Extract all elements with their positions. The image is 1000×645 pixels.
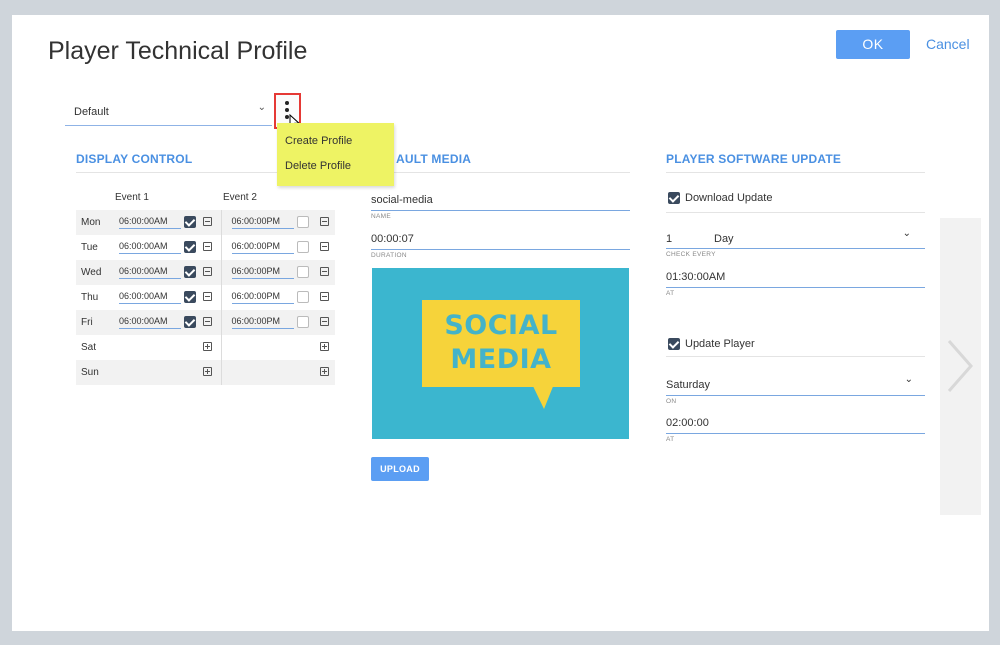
event2-header: Event 2 xyxy=(223,192,257,203)
add-icon[interactable] xyxy=(203,367,212,376)
page-title: Player Technical Profile xyxy=(48,37,308,65)
profile-menu: Create Profile Delete Profile xyxy=(277,123,394,186)
day-label: Sun xyxy=(76,360,109,385)
remove-icon[interactable] xyxy=(203,317,212,326)
name-label: NAME xyxy=(371,213,391,220)
display-control-table: Mon 06:00:00AM 06:00:00PM Tue 06:00:00AM… xyxy=(76,210,335,385)
remove-icon[interactable] xyxy=(319,292,329,301)
table-row: Fri 06:00:00AM 06:00:00PM xyxy=(76,310,335,335)
table-row: Sun xyxy=(76,360,335,385)
update-day-select[interactable]: Saturday ⌄ xyxy=(666,374,925,396)
check-every-label: CHECK EVERY xyxy=(666,251,716,258)
day-label: Tue xyxy=(81,242,98,253)
table-row: Sat xyxy=(76,335,335,360)
event2-time-input[interactable]: 06:00:00PM xyxy=(231,266,294,279)
media-preview-image: SOCIAL MEDIA xyxy=(372,268,629,439)
check-every-unit: Day xyxy=(714,233,734,245)
remove-icon[interactable] xyxy=(319,267,329,276)
event1-checkbox[interactable] xyxy=(184,241,196,253)
event2-checkbox[interactable] xyxy=(296,316,309,328)
chevron-down-icon: ⌄ xyxy=(257,102,266,113)
event2-checkbox[interactable] xyxy=(296,216,309,228)
event2-time-input[interactable]: 06:00:00PM xyxy=(231,241,294,254)
event1-time-input[interactable]: 06:00:00AM xyxy=(119,241,181,254)
profile-select-value: Default xyxy=(74,106,109,118)
add-icon[interactable] xyxy=(319,342,329,351)
event2-checkbox[interactable] xyxy=(296,266,309,278)
day-label: Wed xyxy=(76,260,109,285)
download-update-checkbox[interactable] xyxy=(668,192,680,204)
event1-checkbox[interactable] xyxy=(184,216,196,228)
menu-item-create-profile[interactable]: Create Profile xyxy=(285,135,352,147)
remove-icon[interactable] xyxy=(319,217,329,226)
upload-button[interactable]: UPLOAD xyxy=(371,457,429,481)
media-name-input[interactable]: social-media xyxy=(371,194,630,211)
profile-dialog: Player Technical Profile OK Cancel Defau… xyxy=(12,15,989,631)
remove-icon[interactable] xyxy=(319,317,329,326)
chevron-right-icon[interactable] xyxy=(945,338,975,394)
divider xyxy=(666,212,925,213)
on-label: ON xyxy=(666,398,677,405)
event1-time-input[interactable]: 06:00:00AM xyxy=(119,316,181,329)
update-player-label: Update Player xyxy=(685,338,755,350)
remove-icon[interactable] xyxy=(203,292,212,301)
day-label: Sat xyxy=(81,342,97,353)
add-icon[interactable] xyxy=(203,342,212,351)
divider xyxy=(666,172,925,173)
event1-time-input[interactable]: 06:00:00AM xyxy=(119,216,181,229)
event2-time-input[interactable]: 06:00:00PM xyxy=(231,316,294,329)
table-row: Wed 06:00:00AM 06:00:00PM xyxy=(76,260,335,285)
at-label: AT xyxy=(666,436,675,443)
day-label: Fri xyxy=(76,310,109,335)
download-update-label: Download Update xyxy=(685,192,773,204)
duration-label: DURATION xyxy=(371,252,407,259)
image-text: MEDIA xyxy=(450,344,552,375)
divider xyxy=(371,172,630,173)
table-row: Thu 06:00:00AM 06:00:00PM xyxy=(76,285,335,310)
event2-checkbox[interactable] xyxy=(296,291,309,303)
add-icon[interactable] xyxy=(319,367,329,376)
check-every-number: 1 xyxy=(666,233,673,245)
profile-select[interactable]: Default ⌄ xyxy=(65,100,272,126)
remove-icon[interactable] xyxy=(203,217,212,226)
ok-button[interactable]: OK xyxy=(836,30,910,59)
menu-item-delete-profile[interactable]: Delete Profile xyxy=(285,160,351,172)
update-time-input[interactable]: 01:30:00AM xyxy=(666,271,925,288)
table-row: Tue 06:00:00AM 06:00:00PM xyxy=(76,235,335,260)
event1-checkbox[interactable] xyxy=(184,266,196,278)
image-text: SOCIAL xyxy=(444,310,558,341)
event2-time-input[interactable]: 06:00:00PM xyxy=(231,216,294,229)
event1-time-input[interactable]: 06:00:00AM xyxy=(119,291,181,304)
remove-icon[interactable] xyxy=(203,242,212,251)
day-label: Thu xyxy=(81,292,99,303)
at-label: AT xyxy=(666,290,675,297)
event1-checkbox[interactable] xyxy=(184,316,196,328)
event1-time-input[interactable]: 06:00:00AM xyxy=(119,266,181,279)
update-day-value: Saturday xyxy=(666,379,711,391)
remove-icon[interactable] xyxy=(203,267,212,276)
remove-icon[interactable] xyxy=(319,242,329,251)
day-label: Mon xyxy=(76,210,109,235)
update-player-checkbox[interactable] xyxy=(668,338,680,350)
event1-checkbox[interactable] xyxy=(184,291,196,303)
cancel-button[interactable]: Cancel xyxy=(926,36,970,52)
default-media-heading: AULT MEDIA xyxy=(396,152,472,166)
duration-input[interactable]: 00:00:07 xyxy=(371,233,630,250)
event2-time-input[interactable]: 06:00:00PM xyxy=(231,291,294,304)
chevron-down-icon: ⌄ xyxy=(904,374,913,385)
chevron-down-icon: ⌄ xyxy=(902,228,911,239)
display-control-heading: DISPLAY CONTROL xyxy=(76,152,193,166)
player-update-heading: PLAYER SOFTWARE UPDATE xyxy=(666,152,842,166)
divider xyxy=(666,356,925,357)
update-player-time-input[interactable]: 02:00:00 xyxy=(666,417,925,434)
table-row: Mon 06:00:00AM 06:00:00PM xyxy=(76,210,335,235)
event1-header: Event 1 xyxy=(115,192,149,203)
check-every-select[interactable]: 1 Day ⌄ xyxy=(666,228,925,249)
event2-checkbox[interactable] xyxy=(296,241,309,253)
